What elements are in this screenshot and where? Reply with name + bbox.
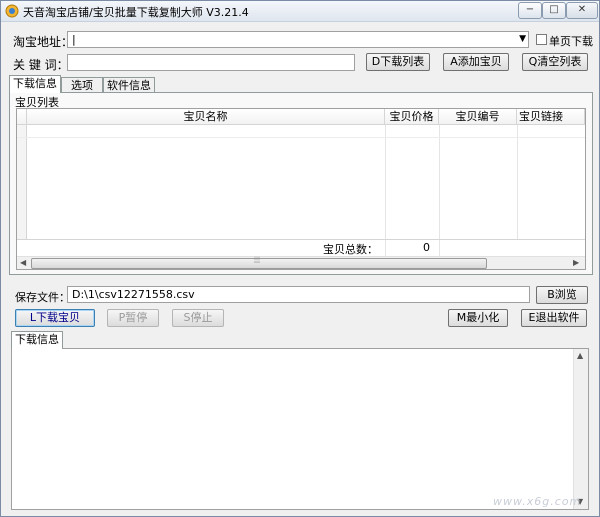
clear-list-button[interactable]: Q清空列表 [522, 53, 588, 71]
total-value: 0 [423, 241, 430, 254]
pause-button[interactable]: P暂停 [107, 309, 159, 327]
download-log-textarea[interactable]: ▲ ▼ [11, 348, 589, 510]
url-combobox[interactable]: | ▼ [67, 31, 529, 48]
total-label: 宝贝总数： [323, 243, 378, 256]
url-value: | [72, 33, 76, 46]
row-header-corner [17, 109, 27, 125]
item-list-grid[interactable]: 宝贝名称 宝贝价格 宝贝编号 宝贝链接 宝贝总数： 0 ◀ ⦙⦙⦙ ▶ [16, 108, 586, 270]
watermark: www.x6g.com [493, 495, 582, 508]
window-minimize-button[interactable]: − [518, 2, 542, 19]
single-page-checkbox[interactable] [536, 34, 547, 45]
column-header-price[interactable]: 宝贝价格 [385, 109, 439, 125]
keyword-label: 关 键 词： [13, 58, 69, 72]
app-logo-icon [5, 4, 19, 18]
window-maximize-button[interactable]: □ [542, 2, 566, 19]
save-file-label: 保存文件： [15, 291, 70, 304]
column-header-name[interactable]: 宝贝名称 [27, 109, 385, 125]
dropdown-arrow-icon[interactable]: ▼ [519, 32, 526, 46]
grid-divider [439, 125, 440, 239]
title-bar[interactable]: 天音淘宝店铺/宝贝批量下载复制大师 V3.21.4 − □ ✕ [1, 1, 599, 22]
add-item-button[interactable]: A添加宝贝 [443, 53, 509, 71]
total-row: 宝贝总数： 0 [17, 239, 585, 256]
minimize-to-tray-button[interactable]: M最小化 [448, 309, 508, 327]
horizontal-scrollbar[interactable]: ◀ ⦙⦙⦙ ▶ [17, 256, 585, 269]
single-page-label: 单页下载 [549, 35, 593, 48]
tab-software-info[interactable]: 软件信息 [103, 77, 155, 93]
download-items-button[interactable]: L下载宝贝 [15, 309, 95, 327]
tab-options[interactable]: 选项 [61, 77, 103, 93]
vertical-scrollbar[interactable]: ▲ ▼ [573, 349, 588, 509]
scroll-up-icon[interactable]: ▲ [577, 351, 583, 360]
column-header-id[interactable]: 宝贝编号 [439, 109, 517, 125]
download-list-button[interactable]: D下载列表 [366, 53, 430, 71]
exit-software-button[interactable]: E退出软件 [521, 309, 587, 327]
browse-button[interactable]: B浏览 [536, 286, 588, 304]
tab-log-download-info[interactable]: 下载信息 [11, 331, 63, 349]
grid-divider [385, 125, 386, 239]
column-header-link[interactable]: 宝贝链接 [517, 109, 585, 125]
stop-button[interactable]: S停止 [172, 309, 224, 327]
scrollbar-grip-icon: ⦙⦙⦙ [254, 256, 261, 266]
window-title: 天音淘宝店铺/宝贝批量下载复制大师 V3.21.4 [23, 6, 249, 19]
grid-divider [385, 240, 386, 256]
save-path-input[interactable]: D:\1\csv12271558.csv [67, 286, 530, 303]
row-header-column [17, 125, 27, 239]
window-close-button[interactable]: ✕ [566, 2, 598, 19]
download-info-panel: 宝贝列表 宝贝名称 宝贝价格 宝贝编号 宝贝链接 宝贝总数： 0 ◀ ⦙⦙⦙ ▶ [9, 92, 593, 275]
scrollbar-thumb[interactable]: ⦙⦙⦙ [31, 256, 487, 269]
app-window: 天音淘宝店铺/宝贝批量下载复制大师 V3.21.4 − □ ✕ 淘宝地址： | … [0, 0, 600, 517]
scroll-left-icon[interactable]: ◀ [20, 258, 26, 267]
keyword-input[interactable] [67, 54, 355, 71]
grid-divider [439, 240, 440, 256]
scroll-right-icon[interactable]: ▶ [573, 258, 579, 267]
grid-row-line [17, 137, 585, 138]
tab-download-info[interactable]: 下载信息 [9, 75, 61, 93]
url-label: 淘宝地址： [13, 35, 74, 49]
grid-divider [517, 125, 518, 239]
